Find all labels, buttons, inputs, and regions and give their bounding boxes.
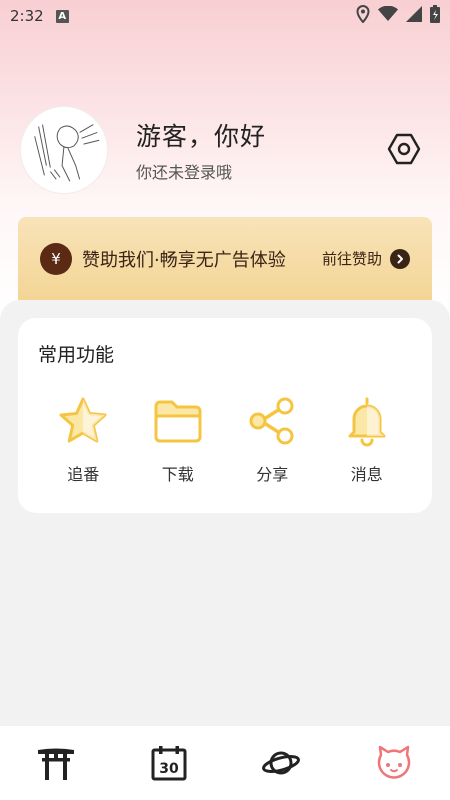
sponsor-banner[interactable]: ¥ 赞助我们·畅享无广告体验 前往赞助 [18, 217, 432, 300]
yen-icon: ¥ [40, 242, 72, 275]
func-label-share: 分享 [256, 465, 289, 484]
profile-section: 游客，你好 你还未登录哦 [20, 105, 430, 195]
common-functions-card: 常用功能 追番 下载 分享 消息 [18, 318, 432, 513]
func-item-download[interactable]: 下载 [143, 393, 213, 485]
status-time: 2:32 [10, 7, 44, 25]
func-label-follow: 追番 [67, 465, 100, 484]
bell-icon [339, 393, 395, 449]
tab-home[interactable] [26, 733, 86, 793]
notification-a-icon: A [55, 9, 69, 23]
battery-icon [430, 5, 440, 27]
chevron-right-icon [390, 248, 410, 269]
location-icon [356, 4, 370, 27]
common-functions-title: 常用功能 [38, 344, 115, 366]
avatar[interactable] [20, 106, 108, 194]
tab-profile[interactable] [364, 733, 424, 793]
func-item-follow[interactable]: 追番 [48, 393, 118, 485]
avatar-sketch-icon [34, 124, 100, 182]
share-icon [244, 393, 300, 449]
folder-icon [150, 393, 206, 449]
status-bar: 2:32 A [0, 0, 450, 32]
planet-icon [262, 751, 301, 775]
calendar-day-text: 30 [159, 761, 179, 777]
tab-discover[interactable] [251, 733, 311, 793]
func-item-messages[interactable]: 消息 [332, 393, 402, 485]
wifi-icon [378, 5, 398, 26]
func-item-share[interactable]: 分享 [237, 393, 307, 485]
login-hint[interactable]: 你还未登录哦 [136, 159, 266, 183]
tab-schedule[interactable]: 30 [139, 733, 199, 793]
greeting-title[interactable]: 游客，你好 [136, 117, 266, 153]
calendar-30-icon: 30 [151, 746, 187, 781]
sponsor-link-label: 前往赞助 [321, 250, 382, 268]
func-label-download: 下载 [161, 465, 194, 484]
hexagon-settings-icon [387, 133, 421, 165]
torii-gate-icon [38, 748, 75, 780]
settings-button[interactable] [386, 131, 422, 167]
sponsor-link[interactable]: 前往赞助 [322, 248, 410, 269]
func-label-messages: 消息 [350, 465, 383, 484]
star-icon [55, 393, 111, 449]
bottom-tab-bar: 30 [0, 725, 450, 800]
mascot-face-icon [377, 745, 410, 779]
signal-icon [406, 6, 422, 26]
sponsor-text: 赞助我们·畅享无广告体验 [82, 249, 286, 271]
